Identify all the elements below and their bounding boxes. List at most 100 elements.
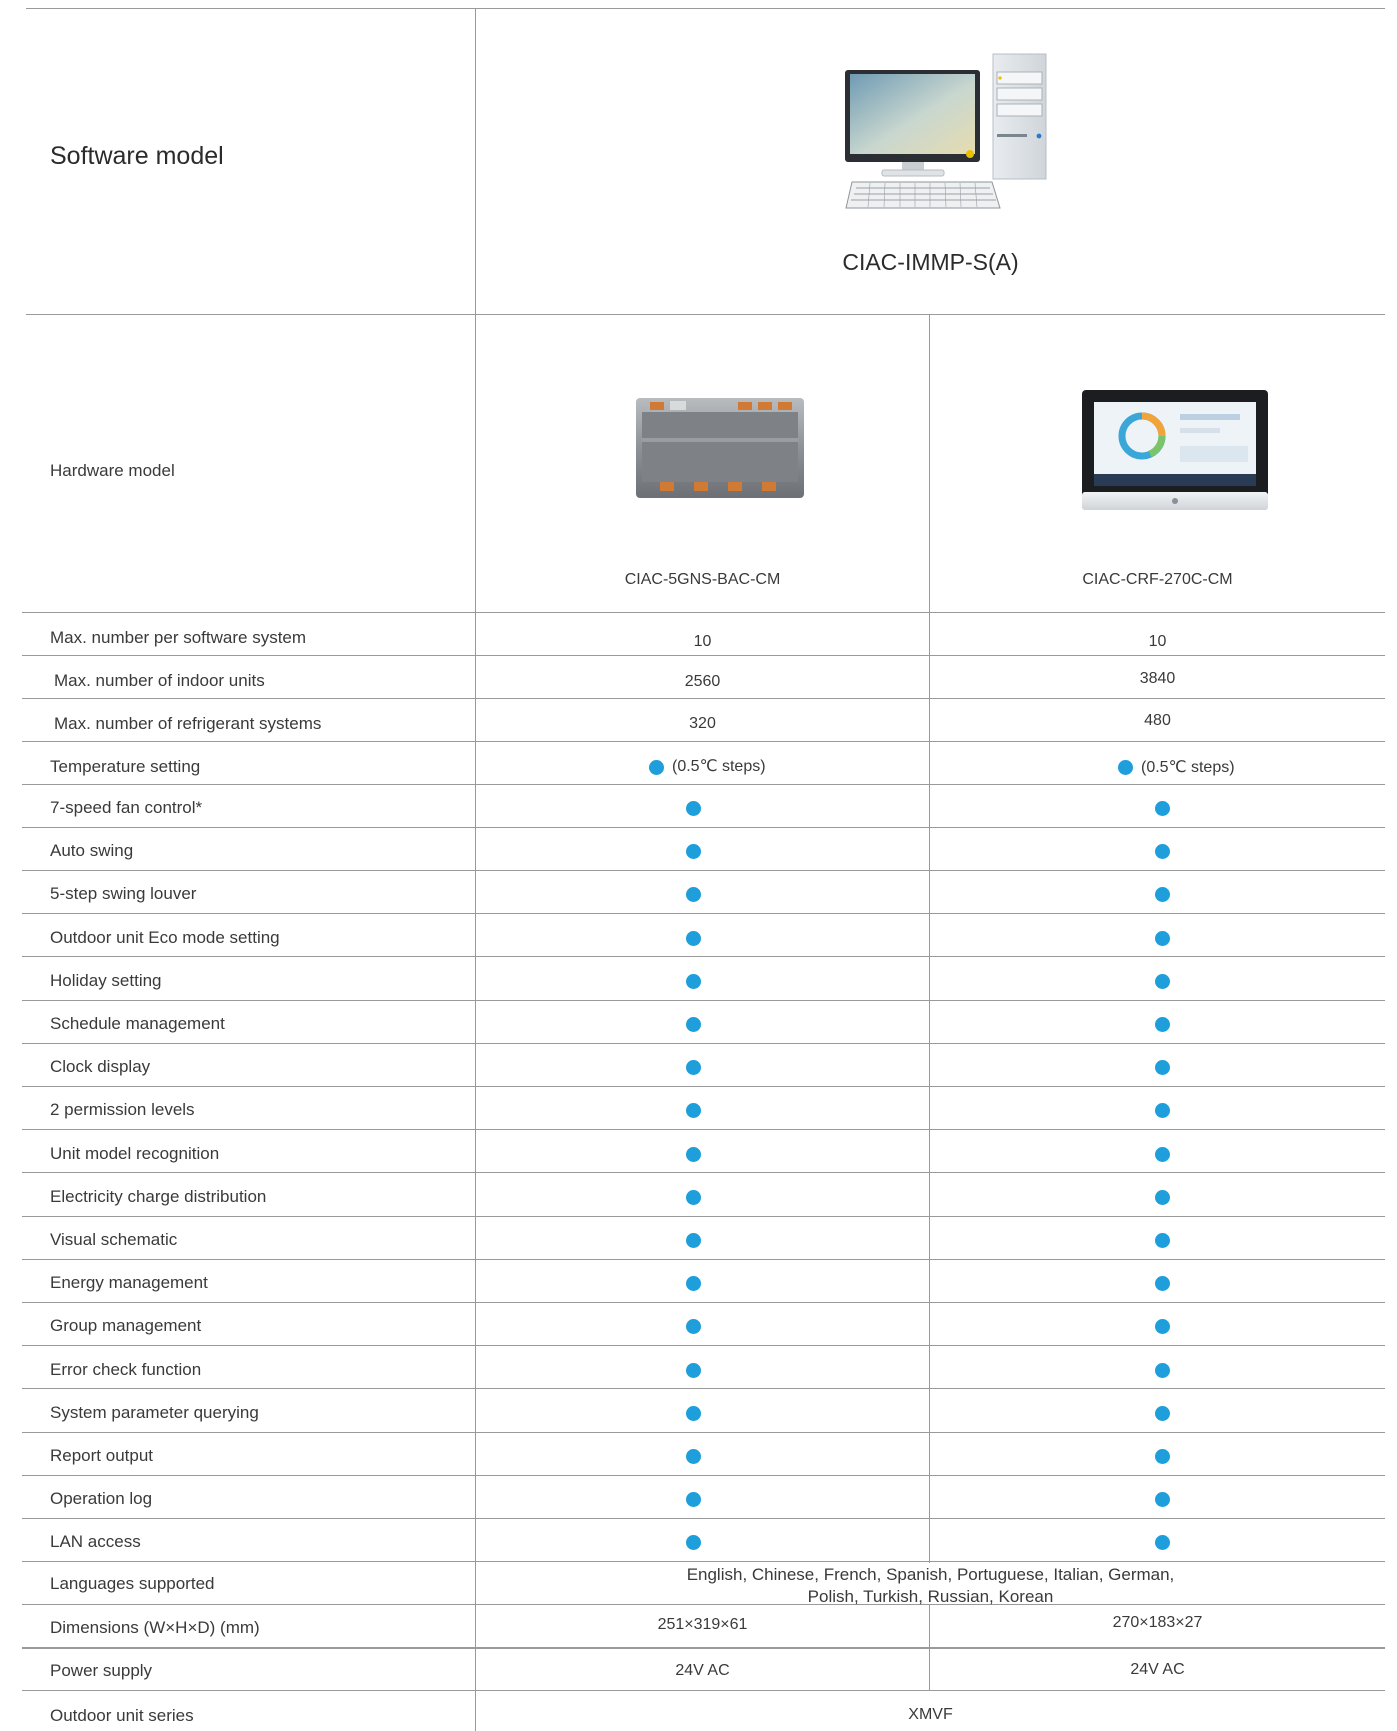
value-outdoor: XMVF xyxy=(908,1706,953,1723)
row-separator xyxy=(22,1000,1385,1001)
feature-dot-2 xyxy=(1155,1147,1170,1162)
row-label-temperature: Temperature setting xyxy=(50,757,201,776)
feature-dot-2 xyxy=(1155,1363,1170,1378)
row-label-visual-schematic: Visual schematic xyxy=(50,1230,178,1249)
feature-dot-2 xyxy=(1155,1103,1170,1118)
value-max-refrigerant-1: 320 xyxy=(689,715,716,732)
feature-dot-1 xyxy=(686,974,701,989)
top-rule xyxy=(26,8,1385,9)
row-separator xyxy=(22,1216,1385,1217)
row-label-5-step-swing-louver: 5-step swing louver xyxy=(50,884,197,903)
row-label-max-indoor: Max. number of indoor units xyxy=(54,671,265,690)
feature-dot-1 xyxy=(686,887,701,902)
row-label-auto-swing: Auto swing xyxy=(50,841,134,860)
row-separator xyxy=(22,741,1385,742)
feature-dot-temperature-2 xyxy=(1118,760,1133,775)
value-power-1: 24V AC xyxy=(675,1662,730,1679)
row-label-unit-model-recognition: Unit model recognition xyxy=(50,1144,220,1163)
feature-dot-2 xyxy=(1155,1319,1170,1334)
feature-dot-1 xyxy=(686,1535,701,1550)
row-separator xyxy=(22,870,1385,871)
row-label-lan-access: LAN access xyxy=(50,1532,141,1551)
row-label-energy-management: Energy management xyxy=(50,1273,208,1292)
feature-dot-1 xyxy=(686,1017,701,1032)
row-label-2-permission-levels: 2 permission levels xyxy=(50,1100,195,1119)
feature-dot-1 xyxy=(686,1319,701,1334)
value-max-indoor-1: 2560 xyxy=(684,673,721,690)
feature-dot-1 xyxy=(686,1363,701,1378)
row-separator xyxy=(22,1086,1385,1087)
feature-dot-1 xyxy=(686,1406,701,1421)
row-separator xyxy=(22,827,1385,828)
row-separator xyxy=(22,913,1385,914)
feature-dot-1 xyxy=(686,1492,701,1507)
feature-dot-2 xyxy=(1155,1190,1170,1205)
row-separator xyxy=(22,956,1385,957)
row-label-7-speed-fan-control: 7-speed fan control* xyxy=(50,798,203,817)
row-label-outdoor-unit-eco-mode-setting: Outdoor unit Eco mode setting xyxy=(50,928,280,947)
feature-dot-1 xyxy=(686,1060,701,1075)
feature-dot-2 xyxy=(1155,801,1170,816)
feature-dot-temperature-1 xyxy=(649,760,664,775)
row-label-clock-display: Clock display xyxy=(50,1057,151,1076)
feature-dot-2 xyxy=(1155,1060,1170,1075)
row-label-max-per-system: Max. number per software system xyxy=(50,628,307,647)
hardware-model-1: CIAC-5GNS-BAC-CM xyxy=(624,571,781,588)
row-label-outdoor: Outdoor unit series xyxy=(50,1706,194,1725)
feature-dot-1 xyxy=(686,931,701,946)
feature-dot-1 xyxy=(686,1276,701,1291)
feature-dot-1 xyxy=(686,801,701,816)
row-label-schedule-management: Schedule management xyxy=(50,1014,225,1033)
feature-dot-2 xyxy=(1155,887,1170,902)
feature-dot-2 xyxy=(1155,1449,1170,1464)
feature-dot-1 xyxy=(686,1147,701,1162)
software-model-name: CIAC-IMMP-S(A) xyxy=(842,249,1019,275)
value-max-refrigerant-2: 480 xyxy=(1144,712,1171,729)
row-separator xyxy=(22,1475,1385,1476)
row-label-holiday-setting: Holiday setting xyxy=(50,971,162,990)
row-separator xyxy=(22,1302,1385,1303)
feature-dot-1 xyxy=(686,1449,701,1464)
row-separator xyxy=(22,1561,1385,1562)
temperature-note-1: (0.5℃ steps) xyxy=(672,758,766,775)
row-label-group-management: Group management xyxy=(50,1316,202,1335)
feature-dot-2 xyxy=(1155,1535,1170,1550)
feature-dot-1 xyxy=(686,844,701,859)
value-max-per-system-1: 10 xyxy=(693,633,712,650)
row-separator xyxy=(22,784,1385,785)
row-separator xyxy=(22,1518,1385,1519)
feature-dot-1 xyxy=(686,1103,701,1118)
desktop-computer-icon xyxy=(840,52,1060,222)
row-separator xyxy=(22,1345,1385,1346)
languages-line-1: English, Chinese, French, Spanish, Portu… xyxy=(686,1565,1175,1584)
row-separator xyxy=(22,698,1385,699)
value-dimensions-1: 251×319×61 xyxy=(657,1616,748,1633)
row-separator xyxy=(22,1259,1385,1260)
row-separator xyxy=(22,655,1385,656)
value-max-per-system-2: 10 xyxy=(1148,633,1167,650)
hardware-row-rule xyxy=(22,612,1385,613)
feature-dot-2 xyxy=(1155,1017,1170,1032)
value-power-2: 24V AC xyxy=(1130,1661,1185,1678)
feature-dot-1 xyxy=(686,1190,701,1205)
row-label-dimensions: Dimensions (W×H×D) (mm) xyxy=(50,1618,260,1637)
feature-dot-2 xyxy=(1155,1492,1170,1507)
row-separator xyxy=(22,1690,1385,1691)
feature-dot-2 xyxy=(1155,844,1170,859)
software-model-label: Software model xyxy=(50,142,224,170)
feature-dot-2 xyxy=(1155,1406,1170,1421)
temperature-note-2: (0.5℃ steps) xyxy=(1141,759,1235,776)
value-dimensions-2: 270×183×27 xyxy=(1112,1614,1203,1631)
row-label-system-parameter-querying: System parameter querying xyxy=(50,1403,259,1422)
languages-line-2: Polish, Turkish, Russian, Korean xyxy=(807,1587,1054,1606)
row-label-report-output: Report output xyxy=(50,1446,154,1465)
row-separator xyxy=(22,1648,1385,1649)
row-label-operation-log: Operation log xyxy=(50,1489,153,1508)
row-separator xyxy=(22,1388,1385,1389)
row-label-power: Power supply xyxy=(50,1661,153,1680)
row-label-electricity-charge-distribution: Electricity charge distribution xyxy=(50,1187,267,1206)
row-separator xyxy=(22,1043,1385,1044)
feature-dot-2 xyxy=(1155,931,1170,946)
row-label-error-check-function: Error check function xyxy=(50,1360,202,1379)
feature-dot-2 xyxy=(1155,1276,1170,1291)
